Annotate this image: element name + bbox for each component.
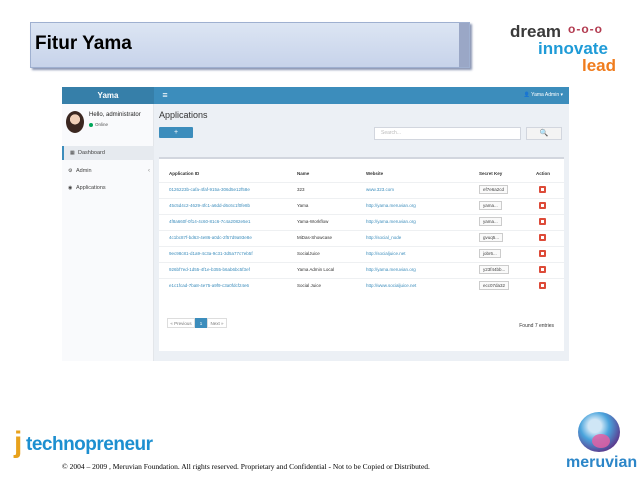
column-header-id[interactable]: Application ID bbox=[169, 171, 199, 176]
jt-logo-j: j bbox=[14, 426, 23, 459]
page-title: Applications bbox=[159, 110, 208, 120]
dashboard-icon: ▦ bbox=[70, 150, 75, 156]
search-input[interactable]: Search... bbox=[374, 127, 521, 140]
secret-key-field[interactable]: yama... bbox=[479, 201, 502, 210]
app-brand[interactable]: Yama bbox=[62, 87, 154, 104]
entries-count: Found 7 entries bbox=[519, 323, 554, 329]
secret-key-field[interactable]: ecc07da32 bbox=[479, 281, 510, 290]
application-name: Social Juice bbox=[297, 283, 322, 288]
next-page-button[interactable]: Next » bbox=[207, 318, 227, 328]
search-button[interactable]: 🔍 bbox=[526, 127, 562, 140]
slide-title: Fitur Yama bbox=[35, 33, 132, 54]
secret-key-field[interactable]: yama... bbox=[479, 217, 502, 226]
delete-icon[interactable] bbox=[539, 186, 546, 193]
meruvian-emblem-icon bbox=[578, 412, 620, 452]
online-dot-icon bbox=[89, 122, 93, 127]
secret-key-field[interactable]: y23f44bb... bbox=[479, 265, 510, 274]
applications-icon: ◉ bbox=[68, 185, 73, 191]
delete-icon[interactable] bbox=[539, 266, 546, 273]
table-row: 926bf7ed-1d55-4f1e-b355-b6ab6bc5f3ef Yam… bbox=[159, 262, 564, 277]
application-name: MiDas-Showcase bbox=[297, 235, 333, 240]
meruvian-logo: meruvian bbox=[566, 412, 638, 476]
gear-icon: ⚙ bbox=[68, 168, 73, 174]
application-name: Yama-Workflow bbox=[297, 219, 329, 224]
website-link[interactable]: www.323.com bbox=[366, 187, 394, 192]
avatar bbox=[66, 111, 84, 133]
menu-toggle-icon[interactable]: ≡ bbox=[158, 87, 172, 104]
delete-icon[interactable] bbox=[539, 202, 546, 209]
website-link[interactable]: http://yama.meruvian.org bbox=[366, 203, 416, 208]
column-header-action: Action bbox=[536, 171, 550, 176]
application-id-link[interactable]: e1c1fcad-7ba8-4e75-a9f9-c3a0fdcf24e6 bbox=[169, 283, 249, 288]
application-id-link[interactable]: 45c5d4c2-4629-4fc1-a6dd-d6c6c1f0fe8b bbox=[169, 203, 250, 208]
application-id-link[interactable]: 4f8a660f-0f14-4c60-81c6-7c4a2082e5e1 bbox=[169, 219, 251, 224]
yama-app-window: Yama ≡ 👤 Yama Admin ▾ Hello, administrat… bbox=[62, 87, 569, 361]
sidebar-item-dashboard[interactable]: ▦ Dashboard bbox=[62, 146, 154, 160]
sidebar-item-label: Dashboard bbox=[78, 150, 105, 156]
column-header-website[interactable]: Website bbox=[366, 171, 383, 176]
delete-icon[interactable] bbox=[539, 282, 546, 289]
table-row: 4f8a660f-0f14-4c60-81c6-7c4a2082e5e1 Yam… bbox=[159, 214, 564, 229]
meruvian-logo-word: meruvian bbox=[566, 454, 638, 471]
sidebar-item-applications[interactable]: ◉ Applications bbox=[62, 181, 154, 195]
website-link[interactable]: http://social_node bbox=[366, 235, 401, 240]
column-header-name[interactable]: Name bbox=[297, 171, 309, 176]
user-greeting: Hello, administrator bbox=[89, 112, 141, 118]
table-row: e1c1fcad-7ba8-4e75-a9f9-c3a0fdcf24e6 Soc… bbox=[159, 278, 564, 293]
website-link[interactable]: http://www.socialjuice.net bbox=[366, 283, 416, 288]
application-id-link[interactable]: 9ec98c81-d1a9-4c3a-9c31-3d5a77c7eb5f bbox=[169, 251, 253, 256]
sidebar-item-label: Applications bbox=[76, 185, 106, 191]
jt-logo-word: technopreneur bbox=[26, 434, 153, 455]
sidebar: Hello, administrator Online ▦ Dashboard ⚙… bbox=[62, 104, 154, 361]
dream-innovate-lead-logo: dream o-o-o innovate lead bbox=[500, 18, 625, 76]
sidebar-item-label: Admin bbox=[76, 168, 92, 174]
delete-icon[interactable] bbox=[539, 218, 546, 225]
previous-page-button[interactable]: « Previous bbox=[167, 318, 195, 328]
chevron-left-icon: ‹ bbox=[148, 168, 150, 174]
slide-title-bar: Fitur Yama bbox=[30, 22, 470, 68]
application-id-link[interactable]: 926bf7ed-1d55-4f1e-b355-b6ab6bc5f3ef bbox=[169, 267, 250, 272]
application-name: 323 bbox=[297, 187, 305, 192]
online-status: Online bbox=[89, 122, 108, 127]
website-link[interactable]: http://yama.meruvian.org bbox=[366, 267, 416, 272]
secret-key-field[interactable]: gvuq5... bbox=[479, 233, 504, 242]
table-row: 4c1bc87f-bd63-4e86-a0dc-2f57d9a93e8e MiD… bbox=[159, 230, 564, 245]
website-link[interactable]: http://socialjuice.net bbox=[366, 251, 406, 256]
application-name: Yama Admin Local bbox=[297, 267, 335, 272]
delete-icon[interactable] bbox=[539, 250, 546, 257]
website-link[interactable]: http://yama.meruvian.org bbox=[366, 219, 416, 224]
logo-lead-text: lead bbox=[582, 56, 617, 75]
app-header: Yama ≡ 👤 Yama Admin ▾ bbox=[62, 87, 569, 104]
application-name: Yama bbox=[297, 203, 309, 208]
table-row: 0126223b-cafa-4faf-915a-306d5e12f58e 323… bbox=[159, 182, 564, 197]
application-name: SocialJuice bbox=[297, 251, 320, 256]
secret-key-field[interactable]: jobr6... bbox=[479, 249, 501, 258]
secret-key-field[interactable]: ef7e6a2cd bbox=[479, 185, 509, 194]
main-content: Applications + Search... 🔍 Application I… bbox=[154, 104, 569, 361]
delete-icon[interactable] bbox=[539, 234, 546, 241]
add-application-button[interactable]: + bbox=[159, 127, 193, 138]
sidebar-item-admin[interactable]: ⚙ Admin ‹ bbox=[62, 164, 154, 178]
table-row: 9ec98c81-d1a9-4c3a-9c31-3d5a77c7eb5f Soc… bbox=[159, 246, 564, 261]
application-id-link[interactable]: 4c1bc87f-bd63-4e86-a0dc-2f57d9a93e8e bbox=[169, 235, 252, 240]
copyright-notice: © 2004 – 2009 , Meruvian Foundation. All… bbox=[62, 462, 430, 471]
table-row: 45c5d4c2-4629-4fc1-a6dd-d6c6c1f0fe8b Yam… bbox=[159, 198, 564, 213]
page-1-button[interactable]: 1 bbox=[195, 318, 207, 328]
column-header-secret-key[interactable]: Secret Key bbox=[479, 171, 502, 176]
logo-dots: o-o-o bbox=[568, 22, 603, 36]
application-id-link[interactable]: 0126223b-cafa-4faf-915a-306d5e12f58e bbox=[169, 187, 250, 192]
applications-table: Application ID Name Website Secret Key A… bbox=[159, 157, 564, 351]
user-menu[interactable]: 👤 Yama Admin ▾ bbox=[524, 87, 563, 104]
